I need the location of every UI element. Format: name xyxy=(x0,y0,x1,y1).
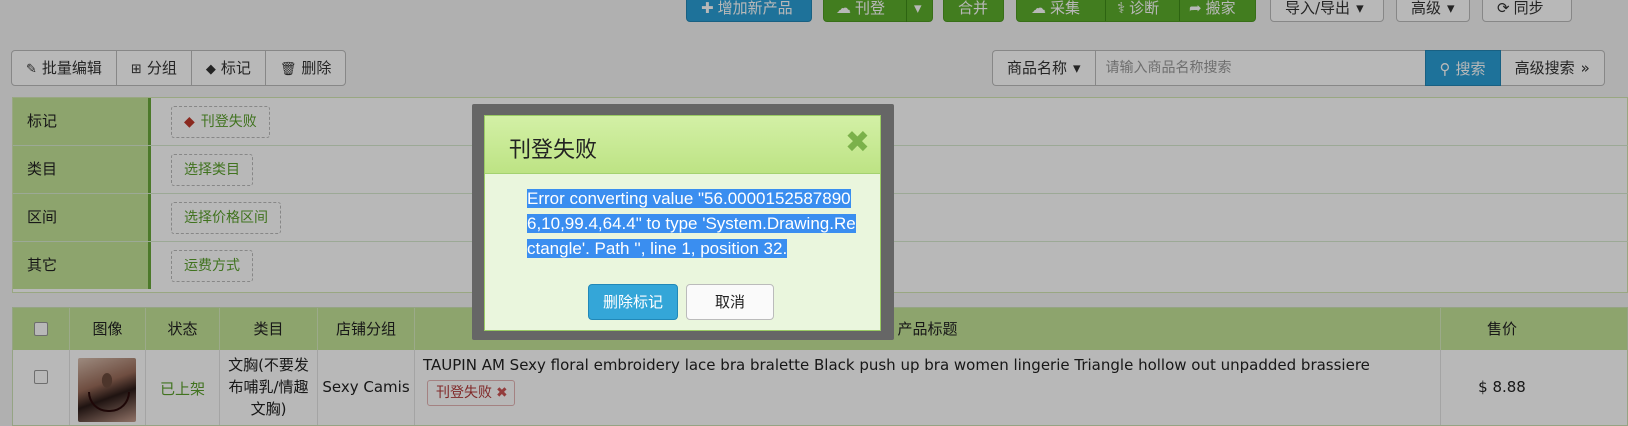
dialog-header: 刊登失败 ✖ xyxy=(485,116,880,174)
delete-mark-button[interactable]: 删除标记 xyxy=(588,284,679,320)
cancel-button[interactable]: 取消 xyxy=(686,284,775,320)
dialog-title: 刊登失败 xyxy=(509,138,598,163)
close-icon[interactable]: ✖ xyxy=(845,126,870,160)
error-dialog-frame: 刊登失败 ✖ Error converting value "56.000015… xyxy=(472,104,894,340)
error-message: Error converting value "56.0000152587890… xyxy=(527,186,857,261)
error-dialog: 刊登失败 ✖ Error converting value "56.000015… xyxy=(484,115,881,331)
product-management-page: ✚ 增加新产品 ☁ 刊登 ▾ 合并 ☁ 采集 ⚕ 诊断 ➦ 搬家 导入/导出 ▾ 高级 ▾ ⟳… xyxy=(0,0,1628,426)
selected-error-text: Error converting value "56.0000152587890… xyxy=(527,189,856,258)
